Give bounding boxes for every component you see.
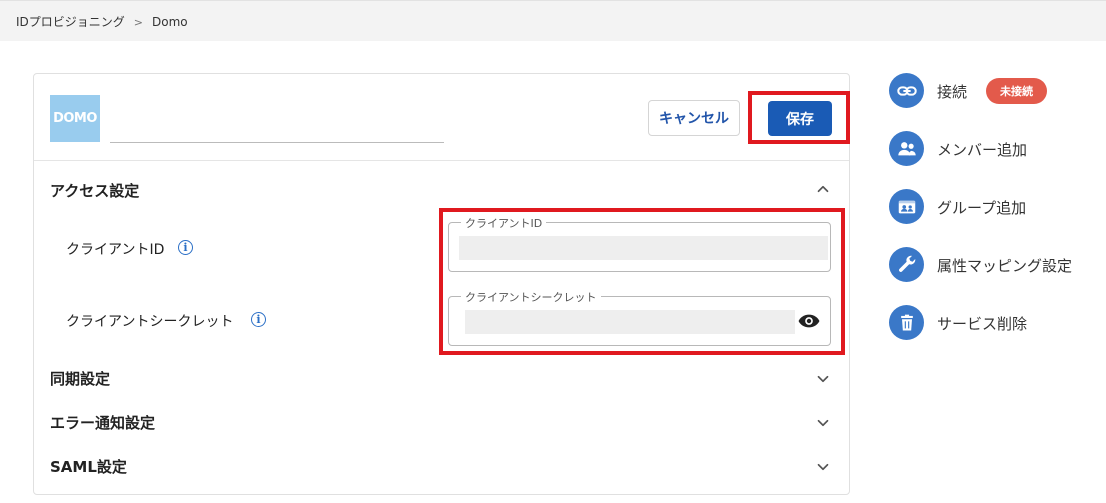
- top-bar: IDプロビジョニング > Domo: [0, 0, 1106, 41]
- service-name-field[interactable]: [110, 142, 444, 143]
- chevron-up-icon[interactable]: [814, 180, 832, 198]
- info-icon[interactable]: i: [251, 312, 266, 327]
- info-icon[interactable]: i: [178, 240, 193, 255]
- breadcrumb-root[interactable]: IDプロビジョニング: [16, 15, 125, 29]
- breadcrumb: IDプロビジョニング > Domo: [16, 13, 188, 30]
- group-card-icon: [889, 189, 924, 224]
- section-error-title[interactable]: エラー通知設定: [50, 412, 155, 433]
- breadcrumb-separator: >: [133, 16, 143, 29]
- sidebar-item-label: メンバー追加: [937, 141, 1028, 159]
- link-icon: [889, 73, 924, 108]
- chevron-down-icon[interactable]: [814, 458, 832, 476]
- sidebar-item-label: 接続: [937, 83, 968, 101]
- cancel-button[interactable]: キャンセル: [648, 100, 740, 136]
- chevron-down-icon[interactable]: [814, 414, 832, 432]
- sidebar-item-label: 属性マッピング設定: [937, 257, 1073, 275]
- credentials-highlight-box: [439, 208, 845, 355]
- sidebar-item-label: サービス削除: [937, 315, 1028, 333]
- chevron-down-icon[interactable]: [814, 370, 832, 388]
- status-badge: 未接続: [986, 78, 1047, 104]
- client-id-label: クライアントID: [66, 242, 165, 258]
- wrench-icon: [889, 247, 924, 282]
- trash-icon: [889, 305, 924, 340]
- section-sync-title[interactable]: 同期設定: [50, 368, 110, 389]
- client-secret-label: クライアントシークレット: [66, 314, 234, 330]
- section-saml-title[interactable]: SAML設定: [50, 456, 127, 477]
- save-highlight-box: [748, 91, 850, 144]
- header-divider: [34, 160, 849, 161]
- sidebar-item-label: グループ追加: [937, 199, 1027, 217]
- people-icon: [889, 131, 924, 166]
- domo-logo: DOMO: [50, 95, 100, 142]
- breadcrumb-current: Domo: [152, 15, 188, 29]
- section-access-title[interactable]: アクセス設定: [50, 180, 139, 201]
